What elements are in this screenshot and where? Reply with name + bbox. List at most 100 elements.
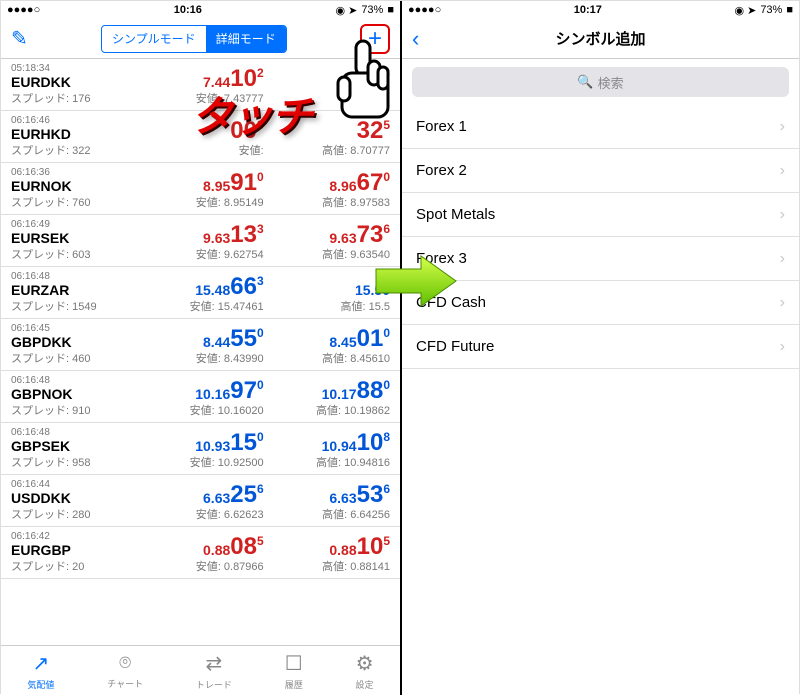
bid-price: 10.93150 bbox=[137, 427, 263, 454]
chevron-right-icon: › bbox=[780, 206, 785, 224]
carrier-dots: ●●●●○ bbox=[7, 4, 40, 16]
quotes-screen: ●●●●○ 10:16 ◉ ➤73%■ ✎ シンプルモード 詳細モード + 05… bbox=[1, 1, 400, 695]
low-price: 安値: 10.16020 bbox=[137, 402, 263, 418]
mode-detail[interactable]: 詳細モード bbox=[206, 26, 286, 52]
bid-price: 9.63133 bbox=[137, 219, 263, 246]
symbol: USDDKK bbox=[11, 490, 137, 506]
low-price: 安値: 9.62754 bbox=[137, 246, 263, 262]
low-price: 安値: 6.62623 bbox=[137, 506, 263, 522]
ask-price: 8.96670 bbox=[264, 167, 390, 194]
tab-history[interactable]: ☐履歴 bbox=[285, 651, 303, 691]
symbol: GBPSEK bbox=[11, 438, 137, 454]
mode-simple[interactable]: シンプルモード bbox=[102, 26, 206, 52]
quotes-list[interactable]: 05:18:34EURDKK7.4410278スプレッド: 176安値: 7.4… bbox=[1, 59, 400, 645]
tab-trade[interactable]: ⇄トレード bbox=[196, 651, 232, 691]
category-row[interactable]: Spot Metals › bbox=[402, 193, 799, 237]
low-price: 安値: 8.95149 bbox=[137, 194, 263, 210]
spread: スプレッド: 20 bbox=[11, 558, 137, 574]
timestamp: 05:18:34 bbox=[11, 63, 137, 74]
timestamp: 06:16:48 bbox=[11, 271, 137, 282]
chevron-right-icon: › bbox=[780, 250, 785, 268]
status-time: 10:17 bbox=[574, 4, 602, 16]
spread: スプレッド: 1549 bbox=[11, 298, 137, 314]
symbol: EURHKD bbox=[11, 126, 137, 142]
timestamp: 06:16:44 bbox=[11, 479, 137, 490]
category-row[interactable]: CFD Future› bbox=[402, 325, 799, 369]
arrow-annotation-icon bbox=[371, 251, 461, 311]
nav-icon: ◉ ➤ bbox=[335, 4, 357, 17]
category-row[interactable]: Forex 1 › bbox=[402, 105, 799, 149]
search-input[interactable]: 🔍 検索 bbox=[412, 67, 789, 97]
quote-row[interactable]: 06:16:48GBPNOK10.1697010.17880スプレッド: 910… bbox=[1, 371, 400, 423]
category-row[interactable]: CFD Cash› bbox=[402, 281, 799, 325]
nav-icon: ◉ ➤ bbox=[734, 4, 756, 17]
low-price: 安値: 10.92500 bbox=[137, 454, 263, 470]
quote-row[interactable]: 06:16:48GBPSEK10.9315010.94108スプレッド: 958… bbox=[1, 423, 400, 475]
quote-row[interactable]: 06:16:42EURGBP0.880850.88105スプレッド: 20安値:… bbox=[1, 527, 400, 579]
chevron-right-icon: › bbox=[780, 118, 785, 136]
timestamp: 06:16:49 bbox=[11, 219, 137, 230]
bid-price: 8.95910 bbox=[137, 167, 263, 194]
status-bar: ●●●●○ 10:17 ◉ ➤73%■ bbox=[402, 1, 799, 19]
spread: スプレッド: 280 bbox=[11, 506, 137, 522]
add-symbol-button[interactable]: + bbox=[360, 24, 390, 54]
quote-row[interactable]: 06:16:44USDDKK6.632566.63536 スプレッド: 280安値… bbox=[1, 475, 400, 527]
quote-row[interactable]: 06:16:48EURZAR15.4866315.50スプレッド: 1549安値… bbox=[1, 267, 400, 319]
tab-settings[interactable]: ⚙設定 bbox=[356, 651, 374, 691]
high-price: 高値: 8.70777 bbox=[264, 142, 390, 158]
quote-row[interactable]: 06:16:49EURSEK9.631339.63736スプレッド: 603安値… bbox=[1, 215, 400, 267]
history-icon: ☐ bbox=[285, 651, 303, 676]
symbol: EURDKK bbox=[11, 74, 137, 90]
tab-quotes[interactable]: ↗気配値 bbox=[27, 651, 54, 691]
touch-annotation: タッチ bbox=[191, 83, 311, 144]
category-label: Forex 2 bbox=[416, 162, 467, 179]
quotes-icon: ↗ bbox=[33, 651, 50, 676]
category-label: Spot Metals bbox=[416, 206, 495, 223]
mode-segmented-control[interactable]: シンプルモード 詳細モード bbox=[101, 25, 287, 53]
gear-icon: ⚙ bbox=[356, 651, 374, 676]
category-label: CFD Future bbox=[416, 338, 494, 355]
spread: スプレッド: 760 bbox=[11, 194, 137, 210]
search-placeholder: 検索 bbox=[598, 73, 624, 92]
status-bar: ●●●●○ 10:16 ◉ ➤73%■ bbox=[1, 1, 400, 19]
battery-pct: 73% bbox=[361, 4, 383, 16]
quote-row[interactable]: 06:16:36EURNOK8.959108.96670スプレッド: 760安値… bbox=[1, 163, 400, 215]
back-button[interactable]: ‹ bbox=[412, 26, 419, 52]
symbol: GBPNOK bbox=[11, 386, 137, 402]
spread: スプレッド: 958 bbox=[11, 454, 137, 470]
timestamp: 06:16:45 bbox=[11, 323, 137, 334]
add-symbol-screen: ●●●●○ 10:17 ◉ ➤73%■ ‹ シンボル追加 🔍 検索 Forex … bbox=[400, 1, 799, 695]
high-price: 高値: 6.64256 bbox=[264, 506, 390, 522]
spread: スプレッド: 910 bbox=[11, 402, 137, 418]
symbol: EURZAR bbox=[11, 282, 137, 298]
battery-pct: 73% bbox=[760, 4, 782, 16]
spread: スプレッド: 603 bbox=[11, 246, 137, 262]
ask-price: 10.17880 bbox=[264, 375, 390, 402]
ask-price: 10.94108 bbox=[264, 427, 390, 454]
chevron-right-icon: › bbox=[780, 162, 785, 180]
status-time: 10:16 bbox=[174, 4, 202, 16]
timestamp: 06:16:46 bbox=[11, 115, 137, 126]
header: ‹ シンボル追加 bbox=[402, 19, 799, 59]
category-row[interactable]: Forex 2 › bbox=[402, 149, 799, 193]
timestamp: 06:16:36 bbox=[11, 167, 137, 178]
ask-price: 9.63736 bbox=[264, 219, 390, 246]
category-label: Forex 1 bbox=[416, 118, 467, 135]
bid-price: 6.63256 bbox=[137, 479, 263, 506]
quote-row[interactable]: 06:16:45GBPDKK8.445508.45010スプレッド: 460安値… bbox=[1, 319, 400, 371]
tab-chart[interactable]: ⌾チャート bbox=[107, 652, 143, 690]
edit-icon[interactable]: ✎ bbox=[11, 26, 28, 51]
header-toolbar: ✎ シンプルモード 詳細モード + bbox=[1, 19, 400, 59]
category-list: Forex 1›Forex 2›Spot Metals›Forex 3›CFD … bbox=[402, 105, 799, 695]
category-row[interactable]: Forex 3› bbox=[402, 237, 799, 281]
symbol: GBPDKK bbox=[11, 334, 137, 350]
timestamp: 06:16:48 bbox=[11, 375, 137, 386]
high-price: 高値: 10.94816 bbox=[264, 454, 390, 470]
low-price: 安値: 15.47461 bbox=[137, 298, 263, 314]
low-price: 安値: 8.43990 bbox=[137, 350, 263, 366]
ask-price: 6.63536 bbox=[264, 479, 390, 506]
tab-bar: ↗気配値 ⌾チャート ⇄トレード ☐履歴 ⚙設定 bbox=[1, 645, 400, 695]
spread: スプレッド: 176 bbox=[11, 90, 137, 106]
ask-price: 8.45010 bbox=[264, 323, 390, 350]
bid-price: 15.48663 bbox=[137, 271, 263, 298]
